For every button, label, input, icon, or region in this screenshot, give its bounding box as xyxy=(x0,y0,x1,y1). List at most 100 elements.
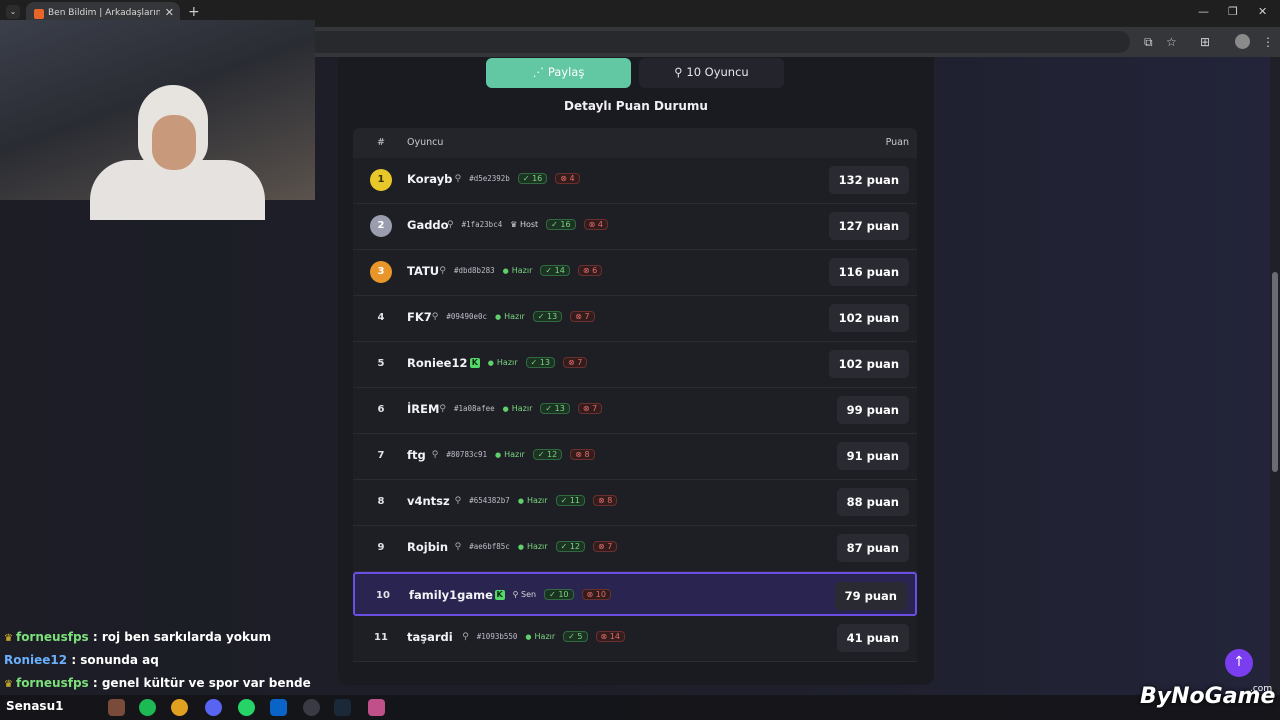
window-close-button[interactable]: ✕ xyxy=(1258,5,1267,18)
player-details: ⚲ #09490e0c Hazır ✓ 13 ⊗ 7 xyxy=(432,311,595,322)
score-badge: 88 puan xyxy=(836,488,909,516)
rank-badge: 9 xyxy=(377,542,385,553)
wrong-count-badge: ⊗ 7 xyxy=(577,403,603,414)
cast-icon[interactable]: ⧉ xyxy=(1144,35,1153,50)
wrong-count: 7 xyxy=(607,542,613,551)
wrong-count-badge: ⊗ 4 xyxy=(555,173,580,184)
player-name: Gaddo xyxy=(407,218,449,232)
bookmark-star-icon[interactable]: ☆ xyxy=(1166,35,1177,49)
kick-icon: K xyxy=(494,589,505,600)
obs-icon[interactable] xyxy=(303,699,320,716)
tab-title: Ben Bildim | Arkadaşlarınla Onl... xyxy=(48,8,160,18)
rank-badge: 8 xyxy=(377,496,385,507)
chrome-icon[interactable] xyxy=(171,699,188,716)
player-name: Rojbin xyxy=(407,540,449,554)
status-tag: Hazır xyxy=(503,266,533,275)
status-tag: Hazır xyxy=(495,450,525,459)
url-input[interactable] xyxy=(300,31,1130,53)
wrong-count-badge: ⊗ 7 xyxy=(593,541,618,552)
tab-search-button[interactable]: ⌄ xyxy=(6,5,20,19)
taskbar: Senasu1 xyxy=(0,695,1280,720)
correct-count: 16 xyxy=(560,220,571,229)
whatsapp-icon[interactable] xyxy=(238,699,255,716)
status-tag-label: Sen xyxy=(521,590,537,599)
user-icon: ⚲ xyxy=(431,311,439,322)
check-icon: ✓ xyxy=(545,266,555,275)
rank-badge: 11 xyxy=(374,632,388,643)
cross-icon: ⊗ xyxy=(588,220,598,229)
player-name: ftg xyxy=(407,448,426,462)
rank-badge: 10 xyxy=(376,590,390,601)
correct-count: 16 xyxy=(532,174,543,183)
watermark-suffix: .com xyxy=(1250,684,1273,694)
cross-icon: ⊗ xyxy=(582,266,593,275)
chat-user: Roniee12 xyxy=(4,653,68,667)
wrong-count-badge: ⊗ 7 xyxy=(562,357,588,368)
check-icon: ✓ xyxy=(560,542,570,551)
scrollbar-thumb[interactable] xyxy=(1272,272,1278,472)
player-name: TATU xyxy=(407,264,440,278)
scroll-to-top-button[interactable]: ↑ xyxy=(1225,649,1253,677)
player-details: K ⚲ Sen ✓ 10 ⊗ 10 xyxy=(494,589,611,600)
player-details: K Hazır ✓ 13 ⊗ 7 xyxy=(469,357,588,368)
table-row: 9 Rojbin ⚲ #ae6bf85c Hazır ✓ 12 ⊗ 7 87 puan xyxy=(353,526,917,572)
spotify-icon[interactable] xyxy=(139,699,156,716)
correct-count: 5 xyxy=(577,632,583,641)
wrong-count: 14 xyxy=(609,632,620,641)
status-tag-label: Hazır xyxy=(526,542,548,551)
status-tag: Hazır xyxy=(518,542,548,551)
players-count-button[interactable]: ⚲ 10 Oyuncu xyxy=(639,58,784,88)
player-id: #1a08afee xyxy=(453,404,495,413)
player-name: v4ntsz xyxy=(407,494,450,508)
menu-icon[interactable]: ⋮ xyxy=(1262,35,1274,49)
rank-badge: 3 xyxy=(370,261,392,283)
outlook-icon[interactable] xyxy=(270,699,287,716)
cross-icon: ⊗ xyxy=(567,358,578,367)
correct-count: 11 xyxy=(569,496,581,505)
check-icon: ✓ xyxy=(537,450,548,459)
rank-badge: 1 xyxy=(370,169,392,191)
user-icon: ⚲ xyxy=(447,219,454,230)
status-tag: Hazır xyxy=(503,404,533,413)
score-badge: 99 puan xyxy=(836,396,909,424)
check-icon: ✓ xyxy=(560,496,570,505)
wrong-count: 8 xyxy=(607,496,613,505)
rank-header: # xyxy=(377,137,385,148)
user-icon: ⚲ xyxy=(512,590,521,599)
players-count-label: 10 Oyuncu xyxy=(686,65,749,79)
chat-user: forneusfps xyxy=(15,630,89,644)
wrong-count-badge: ⊗ 10 xyxy=(581,589,611,600)
profile-avatar[interactable] xyxy=(1235,34,1250,49)
status-tag-label: Hazır xyxy=(504,312,525,321)
rank-badge: 6 xyxy=(377,404,385,415)
discord-icon[interactable] xyxy=(205,699,222,716)
user-icon: ⚲ xyxy=(454,173,462,184)
wrong-count: 7 xyxy=(592,404,598,413)
correct-count-badge: ✓ 13 xyxy=(540,403,570,414)
score-badge: 127 puan xyxy=(828,212,909,240)
wrong-count-badge: ⊗ 4 xyxy=(583,219,608,230)
webcam-overlay xyxy=(0,20,315,220)
wrong-count: 4 xyxy=(569,174,575,183)
table-row: 4 FK7⚲ #09490e0c Hazır ✓ 13 ⊗ 7 102 puan xyxy=(353,296,917,342)
restore-button[interactable]: ❐ xyxy=(1228,5,1238,18)
extensions-icon[interactable]: ⊞ xyxy=(1200,35,1210,49)
share-icon: ⋰ xyxy=(532,65,548,79)
player-name: family1game xyxy=(409,588,493,602)
correct-count: 12 xyxy=(569,542,581,551)
share-button[interactable]: ⋰ Paylaş xyxy=(486,58,631,88)
minimize-button[interactable]: — xyxy=(1198,5,1209,18)
new-tab-button[interactable]: + xyxy=(188,4,200,20)
status-tag-label: Hazır xyxy=(526,496,548,505)
table-row: 2 Gaddo ⚲ #1fa23bc4 ♛ Host ✓ 16 ⊗ 4 127 puan xyxy=(353,204,917,250)
user-icon: ⚲ xyxy=(454,495,462,506)
wrong-count: 8 xyxy=(584,450,590,459)
rank-badge: 4 xyxy=(377,312,385,323)
app-icon[interactable] xyxy=(108,699,125,716)
player-name: FK7 xyxy=(407,310,432,324)
status-tag-label: Hazır xyxy=(534,632,556,641)
close-tab-icon[interactable]: ✕ xyxy=(165,6,174,19)
steam-icon[interactable] xyxy=(334,699,351,716)
app-icon[interactable] xyxy=(368,699,385,716)
crown-icon: ♛ xyxy=(510,220,520,229)
